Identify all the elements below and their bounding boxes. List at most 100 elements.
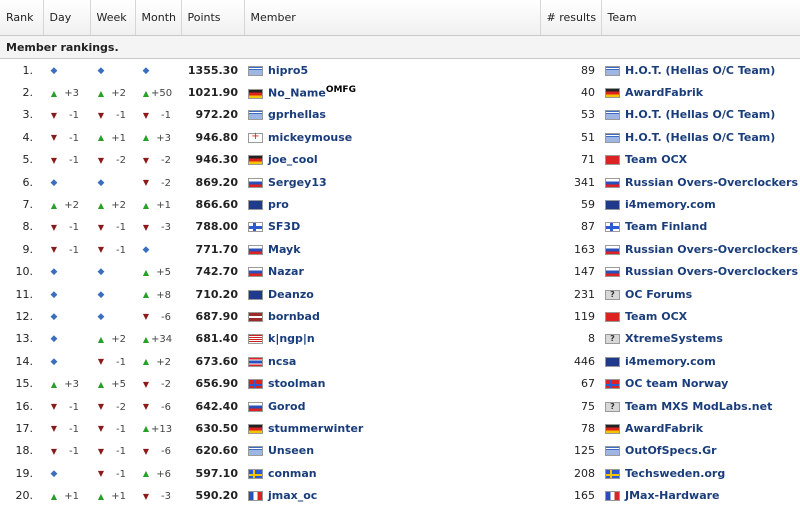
arrow-up-icon: ▲ (50, 200, 58, 210)
member-flag-icon (248, 267, 263, 278)
points-cell: 869.20 (195, 175, 238, 189)
unchanged-icon: ◆ (50, 177, 58, 188)
member-cell: Nazar (244, 261, 540, 283)
points-cell: 788.00 (195, 220, 238, 234)
col-team[interactable]: Team (601, 0, 800, 36)
month-change: ▲ +5 (135, 261, 181, 283)
team-link[interactable]: Russian Overs-Overclockers (625, 265, 798, 278)
week-change: ▼ -2 (90, 395, 135, 417)
points-cell: 656.90 (195, 377, 238, 391)
team-link[interactable]: i4memory.com (625, 198, 716, 211)
col-results[interactable]: # results (540, 0, 602, 36)
col-points[interactable]: Points (181, 0, 245, 36)
col-day[interactable]: Day (43, 0, 91, 36)
member-cell: Gorod (244, 395, 540, 417)
col-rank[interactable]: Rank (0, 0, 44, 36)
team-link[interactable]: OutOfSpecs.Gr (625, 444, 717, 457)
week-change-value: -1 (116, 468, 126, 480)
team-link[interactable]: i4memory.com (625, 355, 716, 368)
team-link[interactable]: AwardFabrik (625, 86, 703, 99)
team-link[interactable]: H.O.T. (Hellas O/C Team) (625, 108, 775, 121)
member-link[interactable]: hipro5 (268, 64, 308, 77)
team-link[interactable]: Team OCX (625, 153, 687, 166)
day-change-value: -1 (69, 132, 79, 144)
results-cell: 89 (581, 63, 595, 77)
table-row: 9. ▼ -1 ▼ -1 ◆ 771.70 Mayk 163 Russian Overs-Over… (0, 238, 800, 260)
arrow-down-icon: ▼ (142, 446, 150, 456)
member-link[interactable]: k|ngp|n (268, 332, 315, 345)
day-change: ▲ +2 (43, 193, 90, 215)
member-cell: pro (244, 193, 540, 215)
team-link[interactable]: AwardFabrik (625, 422, 703, 435)
team-link[interactable]: Team OCX (625, 310, 687, 323)
team-cell: OutOfSpecs.Gr (601, 440, 800, 462)
col-member[interactable]: Member (244, 0, 541, 36)
results-cell: 165 (574, 489, 595, 503)
team-link[interactable]: XtremeSystems (625, 332, 723, 345)
member-link[interactable]: Gorod (268, 400, 305, 413)
col-week[interactable]: Week (90, 0, 136, 36)
member-link[interactable]: No_Name (268, 87, 326, 100)
day-change: ◆ (43, 171, 90, 193)
table-row: 20. ▲ +1 ▲ +1 ▼ -3 590.20 jmax_oc 165 JMax-Hardwar… (0, 484, 800, 506)
points-cell: 673.60 (195, 354, 238, 368)
week-change-value: -1 (116, 356, 126, 368)
results-cell: 40 (581, 86, 595, 100)
member-link[interactable]: Nazar (268, 265, 304, 278)
team-cell: Russian Overs-Overclockers (601, 238, 800, 260)
member-link[interactable]: Sergey13 (268, 176, 327, 189)
points-cell: 946.30 (195, 153, 238, 167)
member-link[interactable]: conman (268, 467, 317, 480)
month-change-value: +8 (156, 289, 171, 301)
member-cell: joe_cool (244, 149, 540, 171)
team-flag-icon (605, 468, 620, 479)
member-flag-icon (248, 423, 263, 434)
arrow-down-icon: ▼ (142, 491, 150, 501)
member-link[interactable]: gprhellas (268, 108, 326, 121)
month-change-value: -6 (161, 401, 171, 413)
col-month[interactable]: Month (135, 0, 182, 36)
unchanged-icon: ◆ (97, 289, 105, 300)
team-link[interactable]: JMax-Hardware (625, 489, 720, 502)
team-link[interactable]: Team MXS ModLabs.net (625, 400, 772, 413)
member-link[interactable]: Unseen (268, 444, 314, 457)
unchanged-icon: ◆ (50, 334, 58, 345)
team-link[interactable]: Russian Overs-Overclockers (625, 243, 798, 256)
month-change: ▼ -6 (135, 395, 181, 417)
day-change: ◆ (43, 462, 90, 484)
week-change-value: +2 (111, 200, 126, 212)
team-cell: H.O.T. (Hellas O/C Team) (601, 126, 800, 148)
team-link[interactable]: OC team Norway (625, 377, 728, 390)
member-link[interactable]: bornbad (268, 310, 320, 323)
member-link[interactable]: Mayk (268, 243, 301, 256)
arrow-down-icon: ▼ (142, 402, 150, 412)
member-link[interactable]: jmax_oc (268, 489, 317, 502)
month-change: ▼ -3 (135, 484, 181, 506)
month-change-value: +50 (151, 88, 173, 100)
member-link[interactable]: stoolman (268, 377, 325, 390)
day-change: ▼ -1 (43, 216, 90, 238)
team-link[interactable]: Team Finland (625, 220, 707, 233)
member-link[interactable]: Deanzo (268, 288, 314, 301)
team-link[interactable]: Techsweden.org (625, 467, 725, 480)
member-cell: stoolman (244, 372, 540, 394)
unchanged-icon: ◆ (50, 65, 58, 76)
arrow-down-icon: ▼ (97, 402, 105, 412)
points-cell: 597.10 (195, 466, 238, 480)
points-cell: 710.20 (195, 287, 238, 301)
team-cell: Team Finland (601, 216, 800, 238)
member-link[interactable]: mickeymouse (268, 131, 352, 144)
month-change-value: +2 (156, 356, 171, 368)
member-link[interactable]: stummerwinter (268, 422, 363, 435)
team-link[interactable]: H.O.T. (Hellas O/C Team) (625, 64, 775, 77)
arrow-up-icon: ▲ (142, 133, 150, 143)
team-link[interactable]: Russian Overs-Overclockers (625, 176, 798, 189)
team-link[interactable]: H.O.T. (Hellas O/C Team) (625, 131, 775, 144)
team-link[interactable]: OC Forums (625, 288, 692, 301)
month-change-value: -6 (161, 311, 171, 323)
member-link[interactable]: joe_cool (268, 153, 318, 166)
member-link[interactable]: ncsa (268, 355, 296, 368)
member-link[interactable]: SF3D (268, 220, 300, 233)
member-link[interactable]: pro (268, 198, 289, 211)
member-cell: stummerwinter (244, 417, 540, 439)
